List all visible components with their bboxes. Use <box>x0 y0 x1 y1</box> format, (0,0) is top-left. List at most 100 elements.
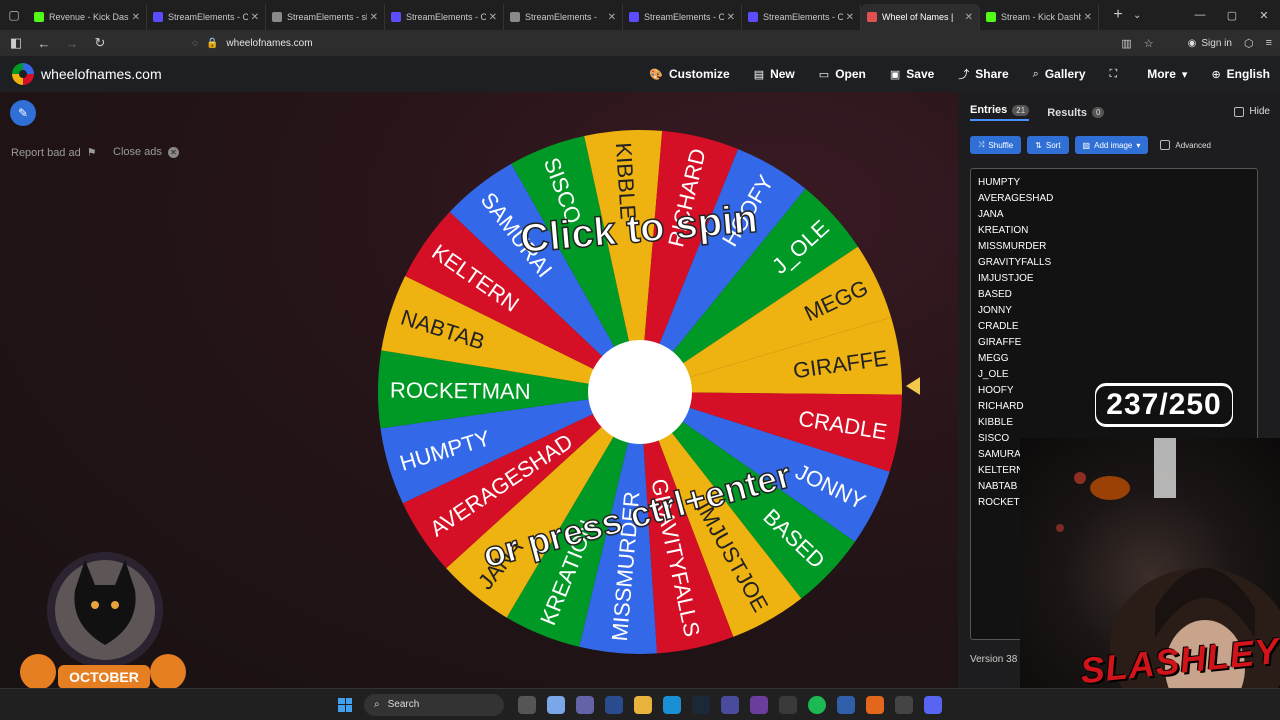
menu-open-button[interactable]: ▭ Open <box>819 67 866 81</box>
browser-tab[interactable]: StreamElements - Over✕ <box>147 4 266 30</box>
discord-icon[interactable] <box>924 695 942 714</box>
forward-button[interactable]: → <box>60 36 84 51</box>
shuffle-label: Shuffle <box>988 140 1014 150</box>
tab-title: StreamElements - slash <box>287 12 367 22</box>
menu-customize-button[interactable]: 🎨 Customize <box>649 67 729 81</box>
close-tab-icon[interactable]: ✕ <box>251 12 259 23</box>
extensions-icon[interactable]: ⬡ <box>1244 37 1254 50</box>
close-circle-icon: ✕ <box>167 146 179 158</box>
wheel-center[interactable] <box>588 340 692 444</box>
bookmark-star-icon[interactable]: ☆ <box>1144 37 1154 50</box>
palette-icon: 🎨 <box>649 68 663 81</box>
entries-count-badge: 21 <box>1012 104 1030 116</box>
advanced-checkbox[interactable]: Advanced <box>1160 140 1211 150</box>
menu-gallery-button[interactable]: ⌕ Gallery <box>1033 67 1086 81</box>
tab-menu-icon[interactable]: ▢ <box>0 0 28 30</box>
entry-line: JONNY <box>978 305 1012 316</box>
add-image-label: Add image <box>1094 140 1133 150</box>
name-wheel[interactable]: GIRAFFECRADLEJONNYBASEDIMJUSTJOEGRAVITYF… <box>360 112 920 672</box>
app-icon[interactable] <box>721 695 739 714</box>
file-explorer-icon[interactable] <box>634 695 652 714</box>
browser-tab[interactable]: Revenue - Kick Dashbo✕ <box>28 4 147 30</box>
new-tab-button[interactable]: + <box>1107 6 1129 24</box>
url-text: wheelofnames.com <box>226 37 313 49</box>
steam-icon[interactable] <box>692 695 710 714</box>
menu-label: Open <box>835 67 866 81</box>
app-icon[interactable] <box>750 695 768 714</box>
browser-tab[interactable]: StreamElements - slash✕ <box>266 4 385 30</box>
app-icon[interactable] <box>779 695 797 714</box>
tab-favicon-icon <box>391 12 401 22</box>
browser-menu-icon[interactable]: ≡ <box>1266 37 1272 49</box>
firefox-icon[interactable] <box>866 695 884 714</box>
menu-label: New <box>770 67 795 81</box>
browser-tab[interactable]: Wheel of Names | ✕ <box>861 4 980 30</box>
report-bad-ad-link[interactable]: Report bad ad ⚑ <box>11 146 97 160</box>
menu-more-button[interactable]: More ▾ <box>1147 67 1187 81</box>
browser-tab[interactable]: StreamElements - Over✕ <box>742 4 861 30</box>
close-tab-icon[interactable]: ✕ <box>132 12 140 23</box>
reload-button[interactable]: ↻ <box>88 35 112 51</box>
entry-line: IMJUSTJOE <box>978 273 1034 284</box>
close-tab-icon[interactable]: ✕ <box>489 12 497 23</box>
browser-tab[interactable]: Stream - Kick Dashboa✕ <box>980 4 1099 30</box>
tab-favicon-icon <box>272 12 282 22</box>
checkbox-icon <box>1234 106 1245 117</box>
browser-tab[interactable]: StreamElements - Over✕ <box>623 4 742 30</box>
back-button[interactable]: ← <box>32 36 56 51</box>
menu-fullscreen-button[interactable]: ⛶ <box>1110 68 1124 81</box>
sidebar-toggle-icon[interactable]: ◧ <box>4 35 28 51</box>
search-icon: ⌕ <box>1032 67 1039 80</box>
tab-entries[interactable]: Entries 21 <box>970 104 1030 121</box>
chrome-icon[interactable] <box>895 695 913 714</box>
close-tab-icon[interactable]: ✕ <box>727 12 735 23</box>
entry-line: MISSMURDER <box>978 241 1047 252</box>
menu-english-button[interactable]: ⊕ English <box>1211 67 1270 81</box>
spotify-icon[interactable] <box>808 695 826 714</box>
task-view-icon[interactable] <box>518 695 536 714</box>
taskbar-search-box[interactable]: ⌕ Search <box>364 693 504 716</box>
close-tab-icon[interactable]: ✕ <box>846 12 854 23</box>
screen: ▢ Revenue - Kick Dashbo✕StreamElements -… <box>0 0 1280 720</box>
close-tab-icon[interactable]: ✕ <box>370 12 378 23</box>
windows-start-icon[interactable] <box>338 697 352 712</box>
edge-icon[interactable] <box>663 695 681 714</box>
store-icon[interactable] <box>605 695 623 714</box>
menu-save-button[interactable]: ▣ Save <box>890 67 934 81</box>
menu-share-button[interactable]: ⤴ Share <box>958 66 1008 82</box>
october-label: OCTOBER <box>69 669 139 685</box>
hide-checkbox[interactable]: Hide <box>1234 106 1270 117</box>
teams-icon[interactable] <box>576 695 594 714</box>
close-tab-icon[interactable]: ✕ <box>1084 12 1092 23</box>
top-menu: 🎨 Customize ▤ New ▭ Open ▣ Save ⤴ Share ⌕ Gallery ⛶ M… <box>649 56 1270 92</box>
close-tab-icon[interactable]: ✕ <box>965 12 973 23</box>
browser-tab[interactable]: StreamElements - Over✕ <box>385 4 504 30</box>
reader-mode-icon[interactable]: ▥ <box>1121 37 1131 50</box>
wheel-slice-label: ROCKETMAN <box>390 378 531 404</box>
minimize-button[interactable]: — <box>1184 0 1216 30</box>
url-field[interactable]: ◌ 🔒 wheelofnames.com <box>192 38 313 49</box>
globe-icon: ⊕ <box>1211 68 1221 81</box>
app-icon[interactable] <box>837 695 855 714</box>
browser-tab[interactable]: StreamElements - ✕ <box>504 4 623 30</box>
wheel-logo-icon[interactable] <box>12 63 34 85</box>
site-info-icon[interactable]: ◌ <box>192 38 198 49</box>
close-window-button[interactable]: ✕ <box>1248 0 1280 30</box>
entry-line: CRADLE <box>978 321 1019 332</box>
os-taskbar: ⌕ Search <box>0 688 1280 720</box>
close-tab-icon[interactable]: ✕ <box>608 12 616 23</box>
tab-search-chevron-icon[interactable]: ⌄ <box>1133 10 1141 21</box>
edit-pencil-button[interactable]: ✎ <box>10 100 36 126</box>
site-title[interactable]: wheelofnames.com <box>41 66 162 82</box>
image-icon: ▨ <box>1082 140 1091 150</box>
entry-line: BASED <box>978 289 1012 300</box>
sort-button[interactable]: ⇅ Sort <box>1027 136 1069 154</box>
shuffle-button[interactable]: ⤨ Shuffle <box>970 136 1022 154</box>
close-ads-link[interactable]: Close ads ✕ <box>113 146 179 158</box>
copilot-icon[interactable] <box>547 695 565 714</box>
add-image-button[interactable]: ▨ Add image ▾ <box>1074 136 1149 154</box>
menu-new-button[interactable]: ▤ New <box>754 67 795 81</box>
sign-in-button[interactable]: ◉ Sign in <box>1188 38 1232 49</box>
tab-results[interactable]: Results 0 <box>1047 107 1105 119</box>
maximize-button[interactable]: ▢ <box>1216 0 1248 30</box>
